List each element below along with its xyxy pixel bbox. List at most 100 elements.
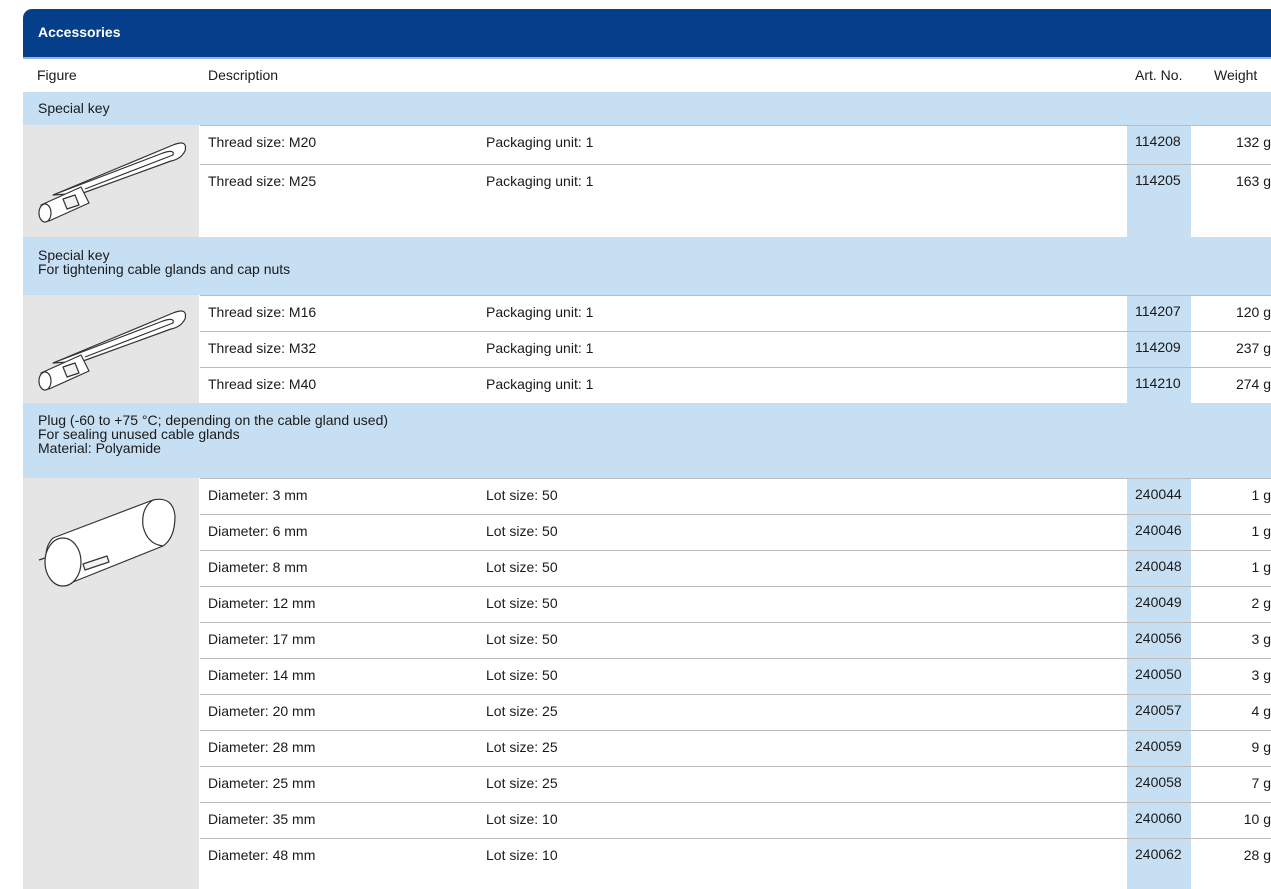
section-line: Special key [38, 247, 110, 263]
row-weight: 28 g [1243, 847, 1271, 863]
row-packaging: Packaging unit: 1 [486, 173, 594, 189]
row-art-no: 240058 [1135, 774, 1182, 790]
table-row: Diameter: 8 mm Lot size: 50 1 g [200, 550, 1271, 587]
table-row: Diameter: 28 mm Lot size: 25 9 g [200, 730, 1271, 767]
row-description: Thread size: M20 [208, 134, 317, 150]
row-weight: 132 g [1235, 134, 1271, 150]
row-art-no: 114210 [1135, 375, 1181, 391]
row-packaging: Packaging unit: 1 [486, 340, 594, 356]
row-weight: 1 g [1251, 559, 1271, 575]
table-row: Thread size: M16 Packaging unit: 1 120 g [200, 295, 1271, 332]
row-packaging: Packaging unit: 1 [486, 134, 594, 150]
row-weight: 10 g [1243, 811, 1271, 827]
row-description: Thread size: M16 [208, 304, 317, 320]
row-weight: 274 g [1235, 376, 1271, 392]
row-packaging: Packaging unit: 1 [486, 304, 594, 320]
row-description: Diameter: 3 mm [208, 487, 308, 503]
accessories-page: Accessories Figure Description Art. No. … [0, 0, 1271, 889]
row-weight: 9 g [1251, 739, 1271, 755]
row-weight: 237 g [1235, 340, 1271, 356]
figure-special-key [23, 125, 199, 237]
section-header-plug: Plug (-60 to +75 °C; depending on the ca… [23, 403, 1271, 478]
row-packaging: Lot size: 10 [486, 847, 558, 863]
row-packaging: Lot size: 25 [486, 775, 558, 791]
row-packaging: Lot size: 10 [486, 811, 558, 827]
row-art-no: 240046 [1135, 522, 1182, 538]
row-packaging: Lot size: 50 [486, 487, 558, 503]
section-line: Material: Polyamide [38, 440, 161, 456]
table-row: Diameter: 12 mm Lot size: 50 2 g [200, 586, 1271, 623]
table-row: Thread size: M20 Packaging unit: 1 132 g [200, 125, 1271, 158]
row-art-no: 114207 [1135, 303, 1181, 319]
row-weight: 163 g [1235, 173, 1271, 189]
row-description: Diameter: 35 mm [208, 811, 316, 827]
row-packaging: Lot size: 25 [486, 703, 558, 719]
column-header-weight: Weight [1214, 67, 1258, 83]
table-row: Thread size: M32 Packaging unit: 1 237 g [200, 331, 1271, 368]
row-art-no: 240050 [1135, 666, 1182, 682]
row-description: Diameter: 6 mm [208, 523, 308, 539]
table-row: Diameter: 35 mm Lot size: 10 10 g [200, 802, 1271, 839]
row-art-no: 240060 [1135, 810, 1182, 826]
row-description: Diameter: 20 mm [208, 703, 316, 719]
table-row: Diameter: 48 mm Lot size: 10 28 g [200, 838, 1271, 875]
row-weight: 1 g [1251, 487, 1271, 503]
page-title: Accessories [38, 24, 121, 40]
row-art-no: 240056 [1135, 630, 1182, 646]
title-bar: Accessories [23, 9, 1271, 57]
row-packaging: Lot size: 50 [486, 559, 558, 575]
row-packaging: Packaging unit: 1 [486, 376, 594, 392]
row-packaging: Lot size: 50 [486, 667, 558, 683]
column-header-figure: Figure [37, 67, 77, 83]
table-row: Diameter: 17 mm Lot size: 50 3 g [200, 622, 1271, 659]
row-description: Diameter: 25 mm [208, 775, 316, 791]
row-art-no: 240049 [1135, 594, 1182, 610]
row-art-no: 114205 [1135, 172, 1181, 188]
figure-special-key-2 [23, 295, 199, 403]
row-description: Thread size: M32 [208, 340, 317, 356]
column-header-art-no: Art. No. [1135, 67, 1183, 83]
row-weight: 3 g [1251, 667, 1271, 683]
row-art-no: 114208 [1135, 133, 1181, 149]
table-row: Diameter: 14 mm Lot size: 50 3 g [200, 658, 1271, 695]
row-description: Diameter: 14 mm [208, 667, 316, 683]
section-line: For tightening cable glands and cap nuts [38, 261, 291, 277]
row-description: Diameter: 17 mm [208, 631, 316, 647]
row-art-no: 240059 [1135, 738, 1182, 754]
row-description: Thread size: M25 [208, 173, 317, 189]
section-header-special-key: Special key [23, 92, 1271, 125]
row-art-no: 240048 [1135, 558, 1182, 574]
section-line: Plug (-60 to +75 °C; depending on the ca… [38, 412, 389, 428]
table-row: Thread size: M40 Packaging unit: 1 274 g [200, 367, 1271, 404]
row-description: Diameter: 12 mm [208, 595, 316, 611]
table-row: Diameter: 3 mm Lot size: 50 1 g [200, 478, 1271, 515]
row-art-no: 114209 [1135, 339, 1181, 355]
row-description: Diameter: 8 mm [208, 559, 308, 575]
table-row: Thread size: M25 Packaging unit: 1 163 g [200, 164, 1271, 238]
row-description: Thread size: M40 [208, 376, 317, 392]
row-weight: 3 g [1251, 631, 1271, 647]
row-art-no: 240044 [1135, 486, 1182, 502]
section-header-special-key-tightening: Special key For tightening cable glands … [23, 237, 1271, 295]
section-line: Special key [38, 100, 110, 116]
row-packaging: Lot size: 50 [486, 631, 558, 647]
row-weight: 120 g [1235, 304, 1271, 320]
row-weight: 2 g [1251, 595, 1271, 611]
figure-plug [23, 478, 199, 889]
row-art-no: 240057 [1135, 702, 1182, 718]
table-row: Diameter: 6 mm Lot size: 50 1 g [200, 514, 1271, 551]
row-packaging: Lot size: 25 [486, 739, 558, 755]
row-packaging: Lot size: 50 [486, 523, 558, 539]
special-key-icon [38, 142, 187, 223]
row-weight: 7 g [1251, 775, 1271, 791]
row-description: Diameter: 48 mm [208, 847, 316, 863]
table-row: Diameter: 25 mm Lot size: 25 7 g [200, 766, 1271, 803]
table-row: Diameter: 20 mm Lot size: 25 4 g [200, 694, 1271, 731]
row-packaging: Lot size: 50 [486, 595, 558, 611]
row-description: Diameter: 28 mm [208, 739, 316, 755]
special-key-icon [38, 310, 187, 391]
row-art-no: 240062 [1135, 846, 1182, 862]
row-weight: 4 g [1251, 703, 1271, 719]
row-weight: 1 g [1251, 523, 1271, 539]
plug-icon [38, 498, 176, 587]
